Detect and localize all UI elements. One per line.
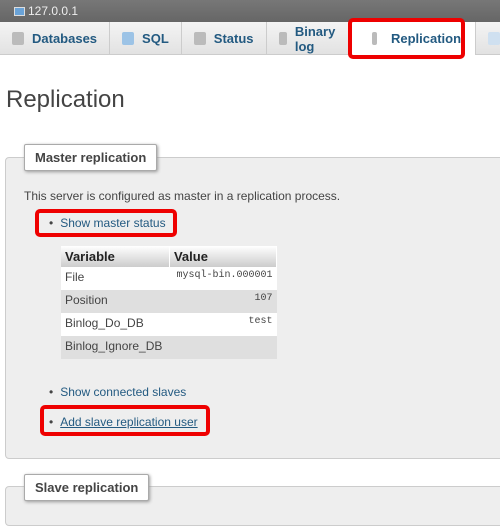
table-row: File mysql-bin.000001 (61, 267, 277, 290)
table-row: Binlog_Do_DB test (61, 313, 277, 336)
table-row: Binlog_Ignore_DB (61, 336, 277, 359)
tab-status[interactable]: Status (182, 22, 267, 55)
master-description: This server is configured as master in a… (24, 189, 341, 203)
server-icon (14, 7, 25, 16)
master-status-table: Variable Value File mysql-bin.000001 Posit… (61, 246, 278, 359)
variables-icon (488, 32, 500, 45)
page-title: Replication (6, 86, 125, 113)
highlight-show-master-status (35, 209, 177, 237)
tab-binary-log[interactable]: Binary log (267, 22, 352, 55)
master-replication-legend: Master replication (24, 144, 158, 171)
binary-log-icon (278, 32, 287, 45)
highlight-replication-tab (348, 18, 465, 59)
status-icon (193, 32, 206, 45)
slave-replication-legend: Slave replication (24, 474, 150, 501)
sql-icon (122, 32, 135, 45)
tab-sql[interactable]: SQL (110, 22, 182, 55)
tab-databases[interactable]: Databases (0, 22, 111, 55)
highlight-add-slave-user (40, 405, 210, 436)
show-connected-slaves-link[interactable]: Show connected slaves (60, 385, 186, 399)
tab-variables[interactable]: V (476, 22, 500, 55)
database-icon (12, 32, 24, 45)
table-row: Position 107 (61, 290, 277, 313)
